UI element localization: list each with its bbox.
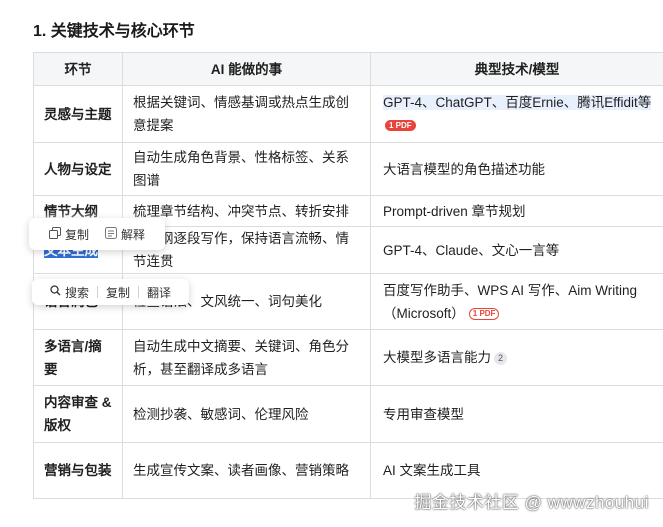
ai-cell: 自动生成角色背景、性格标签、关系图谱 xyxy=(122,142,371,196)
translate-button[interactable]: 翻译 xyxy=(139,284,179,301)
table-row: 内容审查 & 版权 检测抄袭、敏感词、伦理风险 专用审查模型 xyxy=(33,385,663,443)
header-stage: 环节 xyxy=(33,52,123,86)
stage-cell: 灵感与主题 xyxy=(33,85,123,143)
header-tech: 典型技术/模型 xyxy=(370,52,663,86)
stage-cell: 多语言/摘要 xyxy=(33,329,123,386)
stage-cell: 人物与设定 xyxy=(33,142,123,196)
copy-icon xyxy=(49,226,61,242)
stage-cell: 营销与包装 xyxy=(33,442,123,499)
ai-cell: 检测抄袭、敏感词、伦理风险 xyxy=(122,385,371,443)
tech-text: 大模型多语言能力 xyxy=(383,350,491,365)
copy-button[interactable]: 复制 xyxy=(41,226,97,243)
pdf-badge[interactable]: 1 PDF xyxy=(468,307,500,320)
pdf-badge[interactable]: 1 PDF xyxy=(385,120,416,131)
translate-label: 翻译 xyxy=(147,285,172,300)
stage-cell: 内容审查 & 版权 xyxy=(33,385,123,443)
table-row: 灵感与主题 根据关键词、情感基调或热点生成创意提案 GPT-4、ChatGPT、… xyxy=(33,85,663,143)
tech-cell: 大语言模型的角色描述功能 xyxy=(370,142,663,196)
tech-cell: 大模型多语言能力 2 xyxy=(370,329,663,386)
search-label: 搜索 xyxy=(65,285,90,300)
watermark: 掘金技术社区 @ wwwzhouhui xyxy=(414,493,649,512)
tech-cell: GPT-4、Claude、文心一言等 xyxy=(370,226,663,274)
explain-icon xyxy=(105,226,118,242)
explain-label: 解释 xyxy=(121,227,146,242)
ai-cell: 根据关键词、情感基调或热点生成创意提案 xyxy=(122,85,371,143)
table-header-row: 环节 AI 能做的事 典型技术/模型 xyxy=(33,52,663,86)
copy-label: 复制 xyxy=(65,227,90,242)
tech-table: 环节 AI 能做的事 典型技术/模型 灵感与主题 根据关键词、情感基调或热点生成… xyxy=(33,52,663,499)
tech-cell: 百度写作助手、WPS AI 写作、Aim Writing（Microsoft） 1… xyxy=(370,273,663,330)
section-heading: 1. 关键技术与核心环节 xyxy=(33,23,195,40)
selection-toolbar-bottom: 搜索 复制 翻译 xyxy=(32,279,190,305)
search-icon xyxy=(50,285,61,299)
tech-cell: Prompt-driven 章节规划 xyxy=(370,195,663,227)
citation-badge[interactable]: 2 xyxy=(494,352,507,365)
ai-cell: 自动生成中文摘要、关键词、角色分析，甚至翻译成多语言 xyxy=(122,329,371,386)
ai-cell: 生成宣传文案、读者画像、营销策略 xyxy=(122,442,371,499)
tech-text[interactable]: GPT-4、ChatGPT、百度Ernie、腾讯Effidit等 xyxy=(383,95,652,110)
table-row: 多语言/摘要 自动生成中文摘要、关键词、角色分析，甚至翻译成多语言 大模型多语言… xyxy=(33,329,663,386)
copy-label: 复制 xyxy=(106,285,131,300)
tech-text: 百度写作助手、WPS AI 写作、Aim Writing（Microsoft） xyxy=(383,282,638,321)
table-row: 人物与设定 自动生成角色背景、性格标签、关系图谱 大语言模型的角色描述功能 xyxy=(33,142,663,196)
explain-button[interactable]: 解释 xyxy=(97,226,153,243)
selection-toolbar-top: 复制 解释 xyxy=(29,218,166,250)
tech-cell: 专用审查模型 xyxy=(370,385,663,443)
tech-cell: GPT-4、ChatGPT、百度Ernie、腾讯Effidit等 1 PDF xyxy=(370,85,663,143)
search-button[interactable]: 搜索 xyxy=(42,284,97,301)
header-ai: AI 能做的事 xyxy=(122,52,371,86)
copy-button[interactable]: 复制 xyxy=(98,284,138,301)
